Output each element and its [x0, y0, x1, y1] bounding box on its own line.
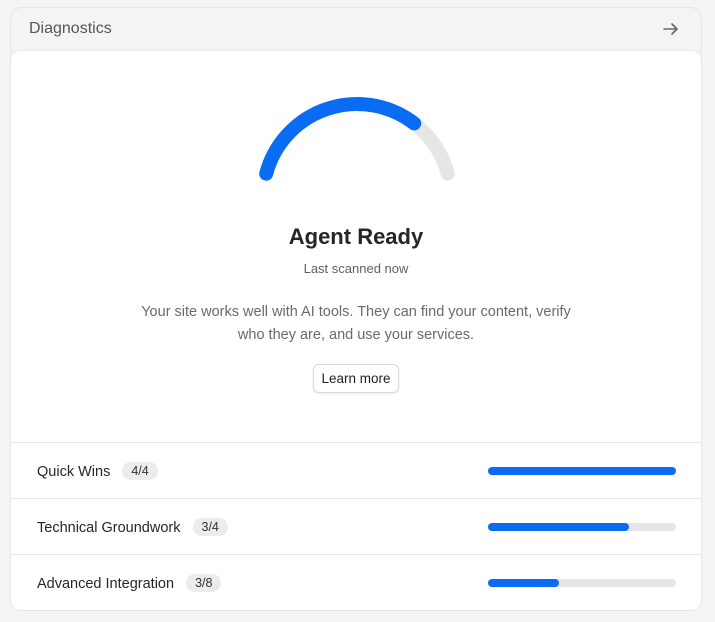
- learn-more-button[interactable]: Learn more: [313, 364, 399, 393]
- category-label: Technical Groundwork: [37, 520, 181, 536]
- diagnostics-card: Agent Ready Last scanned now Your site w…: [11, 50, 701, 610]
- last-scanned-text: Last scanned now: [303, 261, 409, 276]
- progress-fill: [488, 579, 559, 587]
- status-description: Your site works well with AI tools. They…: [141, 304, 571, 343]
- score-badge: 3/8: [186, 574, 222, 592]
- arrow-right-icon[interactable]: [661, 19, 681, 39]
- panel-header: Diagnostics: [11, 8, 701, 50]
- category-label: Advanced Integration: [37, 576, 175, 592]
- category-label-wrap: Advanced Integration 3/8: [37, 574, 222, 592]
- category-list: Quick Wins 4/4 Technical Groundwork 3/4: [11, 442, 701, 610]
- readiness-gauge: [248, 89, 466, 219]
- panel-title: Diagnostics: [29, 20, 112, 37]
- status-title: Agent Ready: [288, 224, 424, 249]
- progress-track: [488, 579, 676, 587]
- progress-track: [488, 467, 676, 475]
- category-label-wrap: Technical Groundwork 3/4: [37, 518, 228, 536]
- gauge-track: [259, 97, 455, 181]
- category-row-quick-wins[interactable]: Quick Wins 4/4: [11, 442, 701, 498]
- progress-track: [488, 523, 676, 531]
- category-row-technical-groundwork[interactable]: Technical Groundwork 3/4: [11, 498, 701, 554]
- category-row-advanced-integration[interactable]: Advanced Integration 3/8: [11, 554, 701, 610]
- category-label: Quick Wins: [37, 464, 111, 480]
- progress-fill: [488, 467, 676, 475]
- gauge-fill: [259, 97, 422, 181]
- diagnostics-panel: Diagnostics Agent Ready Last scanned now…: [10, 7, 702, 611]
- category-label-wrap: Quick Wins 4/4: [37, 462, 158, 480]
- progress-fill: [488, 523, 629, 531]
- score-badge: 4/4: [122, 462, 158, 480]
- score-badge: 3/4: [192, 518, 228, 536]
